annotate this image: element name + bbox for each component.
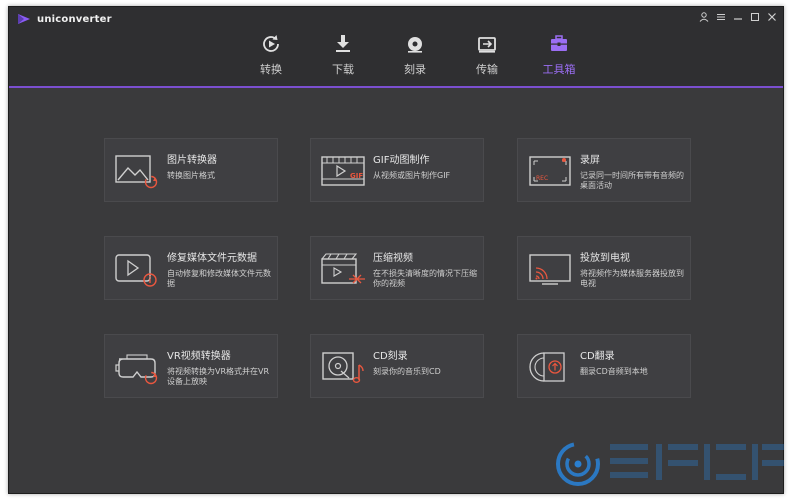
tab-toolbox[interactable]: 工具箱: [523, 31, 595, 88]
tool-desc: 转换图片格式: [167, 171, 215, 180]
header-divider: [9, 86, 783, 88]
tool-title: 图片转换器: [167, 155, 217, 166]
svg-text:GIF: GIF: [350, 172, 363, 180]
tab-download[interactable]: 下载: [307, 31, 379, 87]
tool-title: 压缩视频: [373, 253, 413, 264]
tool-title: 修复媒体文件元数据: [167, 253, 257, 264]
window-controls: [698, 11, 777, 22]
tab-label: 刻录: [404, 63, 426, 76]
compress-video-icon: [321, 253, 365, 284]
screen-record-icon: REC: [529, 156, 571, 186]
maximize-icon[interactable]: [749, 11, 760, 22]
tool-title: GIF动图制作: [373, 155, 430, 166]
tool-desc: 将视频转换为VR格式并在VR设备上放映: [167, 367, 270, 386]
tool-card-cd-burner[interactable]: CD刻录 刻录你的音乐到CD: [310, 334, 484, 398]
tool-card-cast-tv[interactable]: 投放到电视 将视频作为媒体服务器投放到电视: [517, 236, 691, 300]
tab-label: 转换: [260, 63, 282, 76]
app-logo-icon: [18, 14, 30, 24]
transfer-icon: [478, 37, 496, 53]
menu-icon[interactable]: [715, 11, 726, 22]
cd-burn-icon: [322, 352, 364, 384]
app-name: uniconverter: [37, 13, 112, 25]
tool-card-image-converter[interactable]: 图片转换器 转换图片格式: [104, 138, 278, 202]
tool-title: CD翻录: [580, 351, 615, 362]
tool-desc: 自动修复和修改媒体文件元数据: [167, 269, 271, 288]
tool-card-compress-video[interactable]: 压缩视频 在不损失清晰度的情况下压缩你的视频: [310, 236, 484, 300]
main-tabs: 转换 下载 刻录 传输 工具箱: [235, 31, 595, 88]
tool-desc: 在不损失清晰度的情况下压缩你的视频: [373, 269, 477, 288]
tab-label: 工具箱: [542, 63, 576, 76]
tool-desc: 翻录CD音频到本地: [580, 367, 648, 376]
vr-convert-icon: [115, 354, 158, 385]
tool-card-metadata-fix[interactable]: 修复媒体文件元数据 自动修复和修改媒体文件元数据: [104, 236, 278, 300]
tool-card-gif-maker[interactable]: GIF GIF动图制作 从视频或图片制作GIF: [310, 138, 484, 202]
tool-desc: 刻录你的音乐到CD: [373, 367, 441, 376]
gif-maker-icon: GIF: [321, 156, 365, 186]
svg-text:REC: REC: [536, 175, 548, 182]
close-icon[interactable]: [766, 11, 777, 22]
toolbox-icon: [551, 35, 567, 51]
image-convert-icon: [115, 155, 158, 189]
metadata-fix-icon: [115, 254, 157, 287]
app-window: uniconverter 转换 下载 刻录 传输 工具箱 图片转换器 转换图片格…: [8, 6, 784, 494]
tool-title: CD刻录: [373, 351, 408, 362]
tool-card-cd-ripper[interactable]: CD翻录 翻录CD音频到本地: [517, 334, 691, 398]
tab-label: 下载: [332, 63, 354, 76]
tool-title: VR视频转换器: [167, 351, 231, 362]
burn-disc-icon: [408, 37, 422, 53]
minimize-icon[interactable]: [732, 11, 743, 22]
cd-rip-icon: [529, 352, 565, 382]
top-bar: uniconverter 转换 下载 刻录 传输 工具箱: [9, 7, 783, 88]
tool-desc: 将视频作为媒体服务器投放到电视: [580, 269, 684, 288]
account-icon[interactable]: [698, 11, 709, 22]
download-icon: [336, 35, 350, 52]
brand: uniconverter: [17, 13, 112, 25]
tab-burn[interactable]: 刻录: [379, 31, 451, 87]
tool-title: 投放到电视: [580, 253, 630, 264]
cast-tv-icon: [529, 254, 571, 285]
watermark-logo-icon: [556, 442, 784, 486]
tool-card-vr-converter[interactable]: VR视频转换器 将视频转换为VR格式并在VR设备上放映: [104, 334, 278, 398]
tab-convert[interactable]: 转换: [235, 31, 307, 87]
tab-transfer[interactable]: 传输: [451, 31, 523, 87]
convert-icon: [263, 35, 279, 52]
tool-title: 录屏: [580, 155, 600, 166]
tool-desc: 记录同一时间所有带有音频的桌面活动: [580, 171, 684, 190]
tool-card-screen-recorder[interactable]: REC 录屏 记录同一时间所有带有音频的桌面活动: [517, 138, 691, 202]
tool-desc: 从视频或图片制作GIF: [373, 171, 451, 180]
tab-label: 传输: [476, 63, 498, 76]
